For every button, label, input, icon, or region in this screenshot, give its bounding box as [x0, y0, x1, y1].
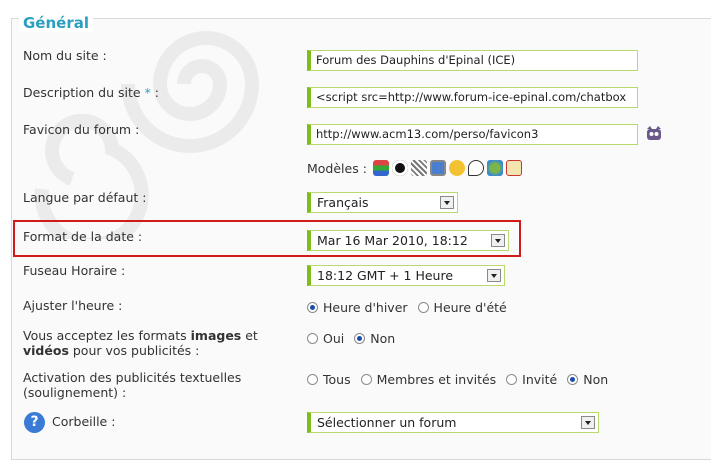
star-pattern-icon[interactable]: [411, 160, 427, 176]
favicon-label: Favicon du forum :: [23, 122, 140, 137]
date-format-value: Mar 16 Mar 2010, 18:12: [317, 233, 468, 248]
trash-select[interactable]: Sélectionner un forum: [307, 412, 599, 433]
radio-tous[interactable]: [307, 373, 318, 385]
option-label: Non: [370, 330, 396, 346]
chevron-down-icon[interactable]: [487, 269, 501, 282]
help-icon[interactable]: ?: [24, 412, 45, 433]
adjust-option-winter[interactable]: Heure d'hiver: [307, 300, 408, 315]
radio-winter[interactable]: [307, 301, 318, 313]
textads-option-membres[interactable]: Membres et invités: [360, 371, 497, 387]
formats-label: Vous acceptez les formats images et vidé…: [23, 328, 258, 358]
books-icon[interactable]: [373, 160, 389, 176]
formats-option-oui[interactable]: Oui: [307, 331, 344, 346]
option-label: Invité: [522, 371, 558, 387]
adjust-radio-group: Heure d'hiver Heure d'été: [307, 299, 517, 315]
site-desc-label: Description du site * :: [23, 85, 159, 100]
formats-radio-group: Oui Non: [307, 330, 405, 346]
trash-label: Corbeille :: [52, 414, 116, 429]
option-label: Heure d'été: [433, 299, 507, 315]
date-format-select[interactable]: Mar 16 Mar 2010, 18:12: [307, 230, 509, 251]
site-name-input[interactable]: Forum des Dauphins d'Epinal (ICE): [307, 50, 638, 71]
speech-bubble-icon[interactable]: [468, 160, 484, 176]
timezone-select[interactable]: 18:12 GMT + 1 Heure: [307, 265, 505, 286]
date-format-label: Format de la date :: [23, 229, 143, 244]
section-title: Général: [19, 14, 93, 32]
textads-label: Activation des publicités textuelles (sou…: [23, 370, 242, 400]
chevron-down-icon[interactable]: [440, 196, 454, 209]
option-label: Tous: [323, 371, 351, 387]
site-name-label: Nom du site :: [23, 48, 107, 63]
option-label: Oui: [323, 330, 345, 346]
radio-non[interactable]: [354, 332, 366, 344]
favicon-preview-icon: [647, 126, 661, 140]
monitor-icon[interactable]: [430, 160, 446, 176]
models-label: Modèles :: [307, 161, 367, 176]
textads-option-tous[interactable]: Tous: [307, 372, 351, 387]
textads-radio-group: Tous Membres et invités Invité Non: [307, 371, 618, 387]
models-icons: [373, 160, 522, 176]
radio-textads-non[interactable]: [567, 373, 579, 385]
formats-option-non[interactable]: Non: [354, 331, 395, 346]
chevron-down-icon[interactable]: [491, 234, 505, 247]
smiley-icon[interactable]: [449, 160, 465, 176]
adjust-option-summer[interactable]: Heure d'été: [417, 299, 507, 315]
language-select[interactable]: Français: [307, 192, 458, 213]
option-label: Membres et invités: [376, 371, 497, 387]
language-value: Français: [317, 195, 369, 210]
radio-invite[interactable]: [506, 373, 518, 385]
radio-oui[interactable]: [307, 332, 318, 344]
option-label: Non: [583, 371, 609, 387]
trash-value: Sélectionner un forum: [317, 415, 457, 430]
chevron-down-icon[interactable]: [581, 416, 595, 429]
radio-membres[interactable]: [360, 373, 372, 385]
radio-summer[interactable]: [417, 301, 429, 313]
textads-option-non[interactable]: Non: [567, 372, 608, 387]
favicon-input[interactable]: http://www.acm13.com/perso/favicon3: [307, 124, 638, 145]
timezone-value: 18:12 GMT + 1 Heure: [317, 268, 454, 283]
notepad-icon[interactable]: [506, 160, 522, 176]
site-desc-input[interactable]: <script src=http://www.forum-ice-epinal.…: [307, 87, 638, 108]
language-label: Langue par défaut :: [23, 190, 147, 205]
adjust-label: Ajuster l'heure :: [23, 298, 123, 313]
timezone-label: Fuseau Horaire :: [23, 263, 126, 278]
spiral-icon[interactable]: [392, 160, 408, 176]
globe-icon[interactable]: [487, 160, 503, 176]
textads-option-invite[interactable]: Invité: [506, 372, 557, 387]
option-label: Heure d'hiver: [323, 299, 408, 315]
